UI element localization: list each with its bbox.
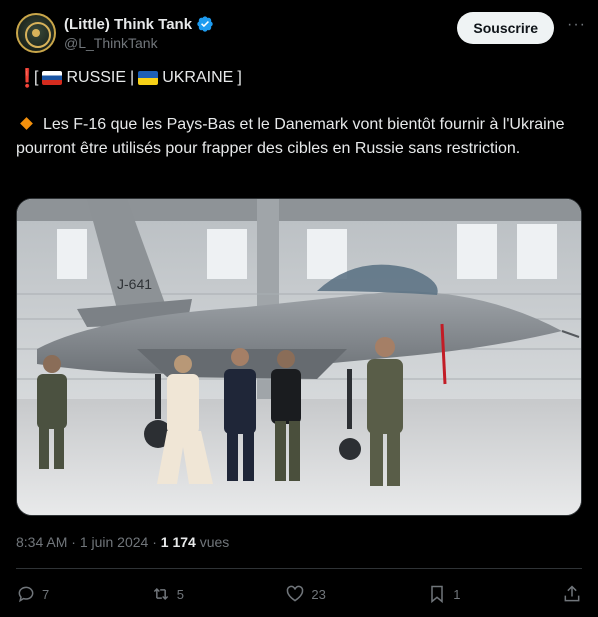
tweet-time[interactable]: 8:34 AM (16, 534, 67, 550)
divider (16, 568, 582, 569)
handle[interactable]: @L_ThinkTank (64, 35, 214, 51)
share-icon (564, 585, 580, 602)
meta-separator-2: · (148, 534, 161, 550)
tag-open: [ (34, 69, 39, 86)
bookmark-button[interactable]: 1 (427, 584, 461, 604)
tag-separator: | (130, 69, 135, 86)
reply-icon (18, 586, 34, 603)
exclamation-icon: ❗ (16, 68, 39, 88)
bookmark-count: 1 (453, 586, 461, 602)
tweet-body: Les F-16 que les Pays-Bas et le Danemark… (16, 113, 582, 161)
heart-icon (287, 585, 304, 602)
tag-russia: RUSSIE (66, 69, 127, 86)
more-options-icon[interactable]: ··· (567, 16, 586, 34)
tweet-text: ❗ [ RUSSIE | UKRAINE ] Les F-16 que les … (16, 66, 582, 161)
tweet-meta: 8:34 AM · 1 juin 2024 · 1 174 vues (16, 534, 229, 550)
reply-count: 7 (42, 586, 50, 602)
tweet-body-text: Les F-16 que les Pays-Bas et le Danemark… (16, 116, 565, 157)
reply-button[interactable]: 7 (16, 584, 49, 604)
repost-button[interactable]: 5 (151, 584, 184, 604)
subscribe-button[interactable]: Souscrire (457, 12, 554, 44)
tail-code-label: J-641 (117, 276, 152, 292)
tag-close: ] (237, 69, 242, 86)
views-label: vues (199, 534, 230, 550)
avatar[interactable] (16, 13, 56, 53)
tag-line: ❗ [ RUSSIE | UKRAINE ] (16, 66, 582, 90)
tweet-image[interactable]: J-641 (16, 198, 582, 516)
author-names: (Little) Think Tank @L_ThinkTank (64, 15, 214, 51)
f16-hangar-photo: J-641 (17, 199, 581, 515)
repost-count: 5 (176, 586, 184, 602)
ukraine-flag-icon (138, 71, 159, 85)
orange-diamond-icon (20, 117, 33, 131)
tag-ukraine: UKRAINE (162, 69, 234, 86)
action-bar: 7 5 23 1 (16, 578, 582, 610)
verified-badge-icon (197, 16, 213, 32)
bookmark-icon (431, 585, 444, 604)
like-button[interactable]: 23 (285, 584, 326, 604)
russia-flag-icon (42, 71, 63, 85)
share-button[interactable] (562, 584, 582, 604)
meta-separator: · (67, 534, 80, 550)
display-name[interactable]: (Little) Think Tank (64, 16, 192, 33)
views-count: 1 174 (160, 534, 196, 550)
like-count: 23 (311, 586, 326, 602)
tweet-date[interactable]: 1 juin 2024 (80, 534, 149, 550)
tweet-header: (Little) Think Tank @L_ThinkTank Souscri… (16, 12, 585, 54)
repost-icon (153, 587, 168, 601)
